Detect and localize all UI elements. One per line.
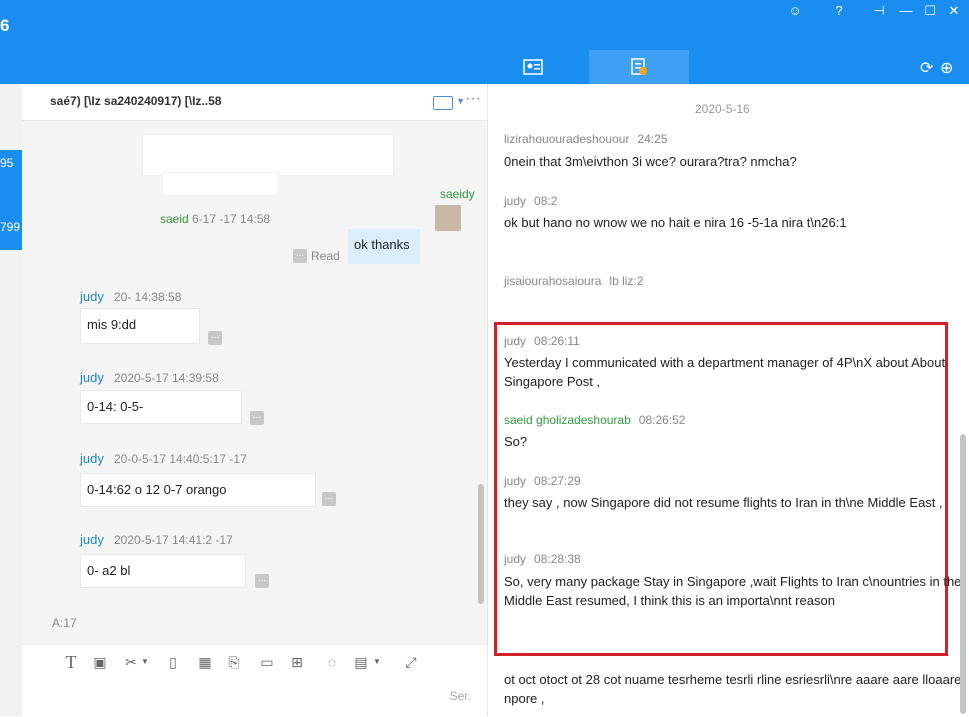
annotate-icon[interactable]: ⎘: [225, 653, 243, 671]
message-sender: saeid: [160, 212, 189, 226]
history-time: 08:2: [534, 194, 558, 208]
history-scrollbar[interactable]: [960, 434, 966, 714]
expand-icon[interactable]: ⤢: [402, 653, 420, 671]
message-sender: judy: [80, 532, 104, 547]
contact-card-icon: [523, 59, 543, 75]
history-date: 2020-5-16: [695, 102, 750, 116]
left-badge: 95 799: [0, 150, 22, 250]
history-sender: saeid gholizadeshourab: [504, 413, 631, 427]
history-sender: jisaiourahosaioura: [504, 274, 602, 288]
history-pane: 2020-5-16 lizirahououradeshouour 24:25 0n…: [487, 84, 969, 716]
history-name: judy 08:27:29: [504, 474, 581, 488]
blurred-region: [142, 134, 394, 176]
history-doc-icon: [631, 58, 647, 75]
history-name: lizirahououradeshouour 24:25: [504, 132, 667, 146]
message-bubble[interactable]: 0-14:62 o 12 0-7 orango: [80, 473, 316, 507]
tab-history[interactable]: [589, 50, 689, 84]
history-name: saeid gholizadeshourab 08:26:52: [504, 413, 685, 427]
chevron-down-icon[interactable]: ▼: [136, 653, 154, 671]
history-sender: judy: [504, 474, 527, 488]
smile-icon[interactable]: ☺: [787, 3, 803, 19]
send-button[interactable]: Ser.: [450, 689, 471, 703]
message-bubble[interactable]: 0-14: 0-5-: [80, 390, 242, 424]
history-name: jisaiourahosaioura lb liz:2: [504, 274, 643, 288]
history-time: 08:27:29: [534, 474, 581, 488]
video-call-icon[interactable]: [433, 96, 453, 110]
left-badge-line: 95: [0, 156, 14, 170]
refresh-icon[interactable]: ⟳: [920, 58, 933, 78]
history-message: Yesterday I communicated with a departme…: [504, 355, 946, 389]
app-number: 6: [0, 16, 10, 35]
folder-icon[interactable]: ▭: [258, 653, 276, 671]
minimize-icon[interactable]: —: [898, 3, 914, 19]
chat-scrollbar[interactable]: [478, 484, 484, 604]
message-time: 2020-5-17 14:41:2 -17: [114, 533, 233, 547]
message-sender: judy: [80, 289, 104, 304]
calendar-icon[interactable]: ▦: [196, 653, 214, 671]
help-icon[interactable]: ?: [831, 3, 847, 19]
more-icon[interactable]: ...: [322, 492, 336, 506]
more-icon[interactable]: ...: [250, 411, 264, 425]
blurred-region: [162, 172, 279, 196]
text-format-icon[interactable]: T: [62, 653, 80, 671]
add-icon[interactable]: ⊕: [940, 58, 953, 78]
vibrate-icon[interactable]: ▯: [164, 653, 182, 671]
history-name: judy 08:28:38: [504, 552, 581, 566]
more-icon[interactable]: ...: [208, 331, 222, 345]
avatar[interactable]: [435, 205, 461, 231]
history-message: ot oct otoct ot 28 cot nuame tesrheme te…: [504, 672, 962, 706]
message-input-area[interactable]: T ▣ ✂ ▼ ▯ ▦ ⎘ ▭ ⊞ ◌ ▤ ▼ ⤢ Ser.: [22, 644, 487, 717]
chat-bubble-icon[interactable]: ◌: [323, 653, 341, 671]
history-message: 0nein that 3m\eivthon 3i wce? ourara?tra…: [504, 154, 797, 169]
left-badge-line: 799: [0, 220, 21, 234]
history-time: 08:26:52: [638, 413, 686, 427]
message-bubble[interactable]: ok thanks: [348, 229, 420, 264]
close-icon[interactable]: ✕: [946, 3, 962, 19]
tab-contacts[interactable]: [483, 50, 583, 84]
message-time: 20- 14:38:58: [114, 290, 182, 304]
message-sender: judy: [80, 451, 104, 466]
read-status: Read: [311, 249, 340, 263]
title-bar: 6 ☺ ? ⊣ — ☐ ✕ ⟳ ⊕: [0, 0, 969, 84]
history-sender: judy: [504, 334, 527, 348]
history-time: 08:26:11: [534, 334, 580, 348]
history-message: ok but hano no wnow we no hait e nira 16…: [504, 215, 847, 230]
history-message: So, very many package Stay in Singapore …: [504, 574, 962, 608]
history-time: 08:28:38: [534, 552, 581, 566]
message-time: 6-17 -17 14:58: [192, 212, 271, 226]
chevron-down-icon[interactable]: ▼: [456, 96, 465, 106]
chat-title: saé7) [\Iz sa240240917) [\Iz..58: [50, 94, 222, 108]
message-sender: judy: [80, 370, 104, 385]
image-icon[interactable]: ▣: [91, 653, 109, 671]
footer-label: A:17: [52, 616, 77, 630]
message-time: 20-0-5-17 14:40:5:17 -17: [114, 452, 247, 466]
avatar-name: saeidy: [440, 187, 475, 201]
more-icon[interactable]: ...: [293, 249, 307, 263]
chevron-down-icon[interactable]: ▼: [368, 653, 386, 671]
more-icon[interactable]: ···: [465, 90, 481, 108]
maximize-icon[interactable]: ☐: [922, 3, 938, 19]
message-bubble[interactable]: 0- a2 bl: [80, 554, 246, 588]
chat-pane: saé7) [\Iz sa240240917) [\Iz..58 ▼ ··· s…: [22, 84, 487, 717]
history-name: judy 08:26:11: [504, 334, 580, 348]
history-sender: judy: [504, 552, 527, 566]
message-bubble[interactable]: mis 9:dd: [80, 308, 200, 344]
history-time: 24:25: [637, 132, 668, 146]
pin-icon[interactable]: ⊣: [871, 3, 887, 19]
message-time: 2020-5-17 14:39:58: [114, 371, 219, 385]
history-message: they say , now Singapore did not resume …: [504, 495, 943, 510]
history-message: So?: [504, 434, 528, 449]
history-sender: lizirahououradeshouour: [504, 132, 630, 146]
history-time: lb liz:2: [609, 274, 644, 288]
history-sender: judy: [504, 194, 527, 208]
more-icon[interactable]: ...: [255, 574, 269, 588]
apps-icon[interactable]: ⊞: [288, 653, 306, 671]
history-name: judy 08:2: [504, 194, 557, 208]
chat-header: saé7) [\Iz sa240240917) [\Iz..58 ▼ ···: [22, 84, 487, 121]
